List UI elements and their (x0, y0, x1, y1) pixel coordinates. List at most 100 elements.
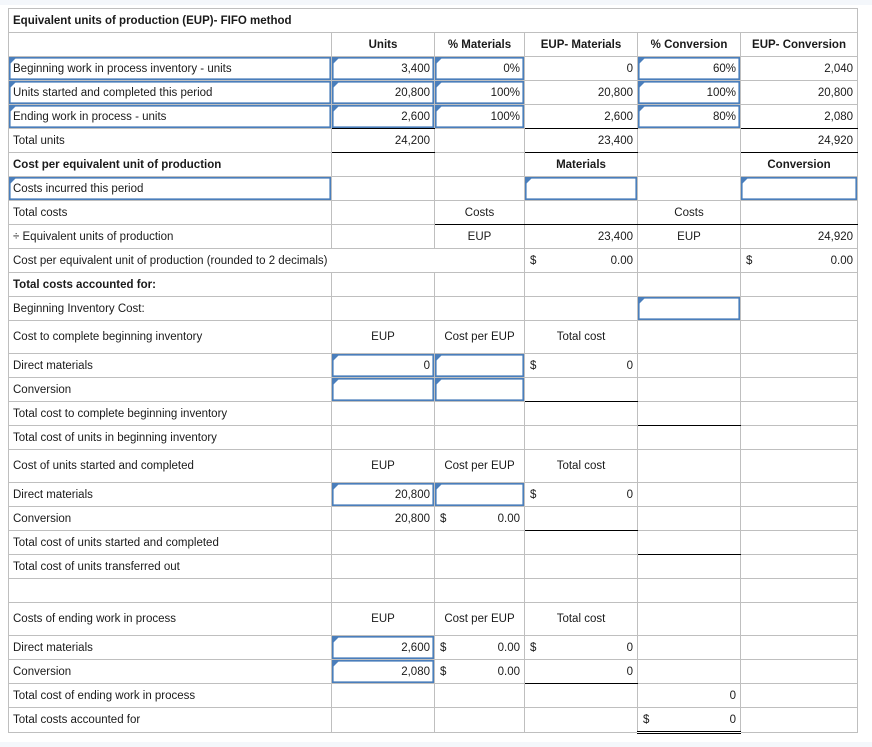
currency-symbol: $ (440, 512, 447, 525)
empty-cell (637, 659, 741, 684)
empty-cell (637, 176, 741, 201)
empty-cell (524, 296, 638, 321)
table-row-divide-eup: ÷ Equivalent units of production EUP 23,… (8, 224, 859, 249)
empty-cell (8, 578, 332, 603)
row-label-divide-eup: ÷ Equivalent units of production (8, 224, 332, 249)
empty-cell (434, 425, 525, 450)
empty-cell (434, 707, 525, 733)
amount: 0.00 (610, 254, 633, 267)
empty-cell (331, 530, 435, 555)
value-cb-conv-total-cost (524, 377, 638, 402)
input-beginning-pct-conversion[interactable]: 60% (637, 56, 741, 81)
value-ending-eup-materials: 2,600 (524, 104, 638, 129)
input-ending-units[interactable]: 2,600 (331, 104, 435, 129)
value-cost-per-eup-conversion: $ 0.00 (739, 248, 859, 273)
value-divide-conversion: 24,920 (739, 224, 859, 249)
input-ew-conv-eup[interactable]: 2,080 (331, 659, 435, 684)
row-label-sc-grandtotal: Total cost of units transferred out (8, 554, 332, 579)
empty-cell (524, 425, 638, 450)
section-header-cost-per-unit: Cost per equivalent unit of production M… (8, 152, 859, 177)
empty-cell (434, 296, 525, 321)
column-header-label (8, 32, 332, 57)
empty-cell (637, 320, 741, 354)
empty-cell (739, 707, 859, 733)
value-sc-grandtotal (637, 554, 741, 579)
row-label-cb-subtotal: Total cost to complete beginning invento… (8, 401, 332, 426)
eup-fifo-worksheet[interactable]: Equivalent units of production (EUP)- FI… (7, 8, 859, 734)
value-total-costs-conversion (739, 200, 859, 225)
value-total-costs-materials (524, 200, 638, 225)
value-beginning-eup-materials: 0 (524, 56, 638, 81)
row-label-sc-direct-materials: Direct materials (8, 482, 332, 507)
empty-cell (434, 554, 525, 579)
value-ending-eup-conversion: 2,080 (739, 104, 859, 129)
input-ew-dm-eup[interactable]: 2,600 (331, 635, 435, 660)
empty-cell (637, 635, 741, 660)
column-header-eup-conversion: EUP- Conversion (739, 32, 859, 57)
input-costs-incurred-conversion[interactable] (739, 176, 859, 201)
empty-cell (637, 128, 741, 153)
table-row-subtotal: Total cost to complete beginning invento… (8, 401, 859, 426)
input-cb-dm-eup[interactable]: 0 (331, 353, 435, 378)
table-row-grandtotal: Total cost of units in beginning invento… (8, 425, 859, 450)
value-cb-dm-total-cost: $ 0 (524, 353, 638, 378)
empty-cell (739, 449, 859, 483)
value-cost-per-eup-materials: $ 0.00 (524, 248, 638, 273)
amount: 0 (626, 488, 633, 501)
empty-cell (637, 248, 741, 273)
worksheet-title-row: Equivalent units of production (EUP)- FI… (7, 8, 859, 33)
row-label-sc-conversion: Conversion (8, 506, 332, 531)
currency-symbol: $ (530, 488, 537, 501)
value-divide-materials: 23,400 (524, 224, 638, 249)
value-ew-conv-total-cost: 0 (524, 659, 638, 684)
value-sc-conv-eup: 20,800 (331, 506, 435, 531)
amount: 0 (626, 641, 633, 654)
input-started-pct-conversion[interactable]: 100% (637, 80, 741, 105)
input-sc-dm-cost-per-eup[interactable] (434, 482, 525, 507)
input-costs-incurred-materials[interactable] (524, 176, 638, 201)
empty-cell (739, 635, 859, 660)
row-label-beginning-inventory-cost: Beginning Inventory Cost: (8, 296, 332, 321)
empty-cell (637, 506, 741, 531)
input-started-pct-materials[interactable]: 100% (434, 80, 525, 105)
input-started-units[interactable]: 20,800 (331, 80, 435, 105)
empty-cell (331, 200, 435, 225)
empty-cell (331, 224, 435, 249)
value-ew-dm-total-cost: $ 0 (524, 635, 638, 660)
row-label-ew-direct-materials: Direct materials (8, 635, 332, 660)
empty-cell (524, 272, 638, 297)
table-row-costs-incurred: Costs incurred this period (8, 176, 859, 201)
empty-cell (434, 401, 525, 426)
table-row: Beginning work in process inventory - un… (8, 56, 859, 81)
input-beginning-pct-materials[interactable]: 0% (434, 56, 525, 81)
input-beginning-units[interactable]: 3,400 (331, 56, 435, 81)
amount: 0.00 (497, 512, 520, 525)
empty-cell (637, 152, 741, 177)
empty-cell (331, 683, 435, 708)
section-title-cost-per-unit: Cost per equivalent unit of production (8, 152, 332, 177)
input-sc-dm-eup[interactable]: 20,800 (331, 482, 435, 507)
input-ending-pct-materials[interactable]: 100% (434, 104, 525, 129)
value-ew-conv-cost-per-eup: $ 0.00 (434, 659, 525, 684)
table-row-beginning-inventory-cost: Beginning Inventory Cost: (8, 296, 859, 321)
input-beginning-inventory-cost[interactable] (637, 296, 741, 321)
input-cb-dm-cost-per-eup[interactable] (434, 353, 525, 378)
empty-cell (524, 578, 638, 603)
value-sc-conv-cost-per-eup: $ 0.00 (434, 506, 525, 531)
empty-cell (434, 578, 525, 603)
input-cb-conv-cost-per-eup[interactable] (434, 377, 525, 402)
section-header-total-costs-accounted: Total costs accounted for: (8, 272, 859, 297)
value-cb-subtotal (637, 401, 741, 426)
table-row-subtotal: Total cost of ending work in process 0 (8, 683, 859, 708)
empty-cell (739, 530, 859, 555)
input-ending-pct-conversion[interactable]: 80% (637, 104, 741, 129)
empty-cell (331, 707, 435, 733)
empty-cell (739, 377, 859, 402)
subheader-total-cost: Total cost (524, 320, 638, 354)
tag-total-costs-conversion: Costs (637, 200, 741, 225)
empty-cell (434, 152, 525, 177)
currency-symbol: $ (440, 641, 447, 654)
subheader-total-cost: Total cost (524, 602, 638, 636)
input-cb-conv-eup[interactable] (331, 377, 435, 402)
value-ew-subtotal: 0 (637, 683, 741, 708)
